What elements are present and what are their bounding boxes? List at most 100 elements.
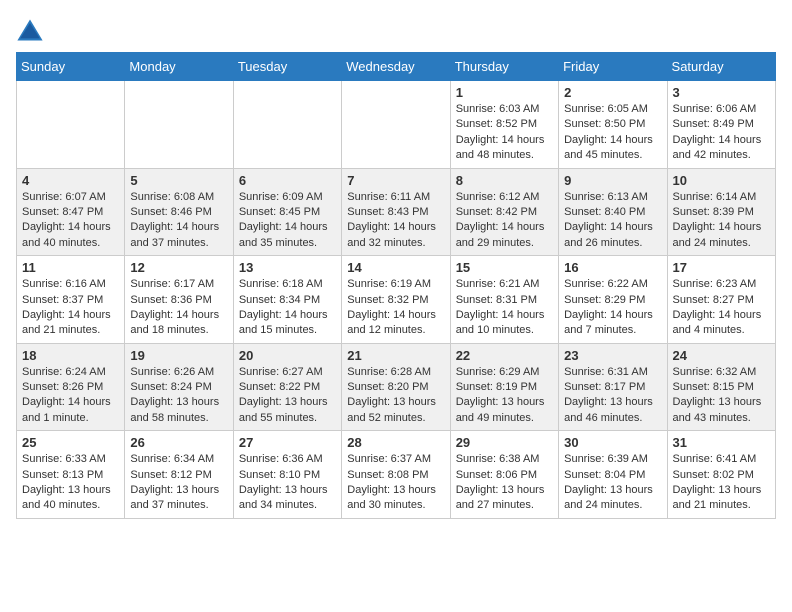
day-info: Sunrise: 6:41 AMSunset: 8:02 PMDaylight:… <box>673 452 770 514</box>
calendar-cell: 14 Sunrise: 6:19 AMSunset: 8:32 PMDayligh… <box>342 256 450 344</box>
day-number: 25 <box>22 435 119 450</box>
day-number: 24 <box>673 348 770 363</box>
calendar-cell: 24 Sunrise: 6:32 AMSunset: 8:15 PMDayligh… <box>667 343 775 431</box>
day-number: 14 <box>347 260 444 275</box>
day-number: 31 <box>673 435 770 450</box>
calendar-cell: 22 Sunrise: 6:29 AMSunset: 8:19 PMDayligh… <box>450 343 558 431</box>
day-info: Sunrise: 6:17 AMSunset: 8:36 PMDaylight:… <box>130 277 227 339</box>
logo <box>16 16 48 44</box>
day-number: 1 <box>456 85 553 100</box>
day-number: 17 <box>673 260 770 275</box>
day-info: Sunrise: 6:31 AMSunset: 8:17 PMDaylight:… <box>564 365 661 427</box>
day-header-wednesday: Wednesday <box>342 53 450 81</box>
calendar-body: 1 Sunrise: 6:03 AMSunset: 8:52 PMDaylight… <box>17 81 776 519</box>
week-row-2: 4 Sunrise: 6:07 AMSunset: 8:47 PMDaylight… <box>17 168 776 256</box>
days-of-week-row: SundayMondayTuesdayWednesdayThursdayFrid… <box>17 53 776 81</box>
day-number: 16 <box>564 260 661 275</box>
day-info: Sunrise: 6:22 AMSunset: 8:29 PMDaylight:… <box>564 277 661 339</box>
calendar-cell: 27Sunrise: 6:36 AMSunset: 8:10 PMDayligh… <box>233 431 341 519</box>
day-info: Sunrise: 6:23 AMSunset: 8:27 PMDaylight:… <box>673 277 770 339</box>
day-info: Sunrise: 6:09 AMSunset: 8:45 PMDaylight:… <box>239 190 336 252</box>
day-info: Sunrise: 6:21 AMSunset: 8:31 PMDaylight:… <box>456 277 553 339</box>
day-info: Sunrise: 6:24 AMSunset: 8:26 PMDaylight:… <box>22 365 119 427</box>
calendar-cell: 29 Sunrise: 6:38 AMSunset: 8:06 PMDayligh… <box>450 431 558 519</box>
calendar: SundayMondayTuesdayWednesdayThursdayFrid… <box>16 52 776 519</box>
day-number: 28 <box>347 435 444 450</box>
calendar-cell: 30 Sunrise: 6:39 AMSunset: 8:04 PMDayligh… <box>559 431 667 519</box>
day-info: Sunrise: 6:13 AMSunset: 8:40 PMDaylight:… <box>564 190 661 252</box>
calendar-cell: 4 Sunrise: 6:07 AMSunset: 8:47 PMDaylight… <box>17 168 125 256</box>
calendar-cell <box>233 81 341 169</box>
day-info: Sunrise: 6:26 AMSunset: 8:24 PMDaylight:… <box>130 365 227 427</box>
day-info: Sunrise: 6:19 AMSunset: 8:32 PMDaylight:… <box>347 277 444 339</box>
day-number: 22 <box>456 348 553 363</box>
day-number: 30 <box>564 435 661 450</box>
day-info: Sunrise: 6:29 AMSunset: 8:19 PMDaylight:… <box>456 365 553 427</box>
day-number: 21 <box>347 348 444 363</box>
day-number: 7 <box>347 173 444 188</box>
day-number: 5 <box>130 173 227 188</box>
day-info: Sunrise: 6:11 AMSunset: 8:43 PMDaylight:… <box>347 190 444 252</box>
calendar-cell: 31 Sunrise: 6:41 AMSunset: 8:02 PMDayligh… <box>667 431 775 519</box>
day-number: 13 <box>239 260 336 275</box>
day-number: 8 <box>456 173 553 188</box>
day-info: Sunrise: 6:39 AMSunset: 8:04 PMDaylight:… <box>564 452 661 514</box>
calendar-cell: 10Sunrise: 6:14 AMSunset: 8:39 PMDayligh… <box>667 168 775 256</box>
day-number: 29 <box>456 435 553 450</box>
day-number: 18 <box>22 348 119 363</box>
day-info: Sunrise: 6:33 AMSunset: 8:13 PMDaylight:… <box>22 452 119 514</box>
calendar-cell: 9 Sunrise: 6:13 AMSunset: 8:40 PMDaylight… <box>559 168 667 256</box>
calendar-cell <box>342 81 450 169</box>
calendar-header: SundayMondayTuesdayWednesdayThursdayFrid… <box>17 53 776 81</box>
calendar-cell: 23 Sunrise: 6:31 AMSunset: 8:17 PMDayligh… <box>559 343 667 431</box>
calendar-cell: 16 Sunrise: 6:22 AMSunset: 8:29 PMDayligh… <box>559 256 667 344</box>
day-info: Sunrise: 6:32 AMSunset: 8:15 PMDaylight:… <box>673 365 770 427</box>
week-row-3: 11 Sunrise: 6:16 AMSunset: 8:37 PMDayligh… <box>17 256 776 344</box>
day-info: Sunrise: 6:16 AMSunset: 8:37 PMDaylight:… <box>22 277 119 339</box>
day-number: 23 <box>564 348 661 363</box>
calendar-cell: 6 Sunrise: 6:09 AMSunset: 8:45 PMDaylight… <box>233 168 341 256</box>
week-row-1: 1 Sunrise: 6:03 AMSunset: 8:52 PMDaylight… <box>17 81 776 169</box>
calendar-cell: 1 Sunrise: 6:03 AMSunset: 8:52 PMDaylight… <box>450 81 558 169</box>
calendar-cell: 12Sunrise: 6:17 AMSunset: 8:36 PMDayligh… <box>125 256 233 344</box>
day-number: 15 <box>456 260 553 275</box>
calendar-cell: 7 Sunrise: 6:11 AMSunset: 8:43 PMDaylight… <box>342 168 450 256</box>
day-number: 4 <box>22 173 119 188</box>
week-row-4: 18 Sunrise: 6:24 AMSunset: 8:26 PMDayligh… <box>17 343 776 431</box>
calendar-cell: 20Sunrise: 6:27 AMSunset: 8:22 PMDayligh… <box>233 343 341 431</box>
day-header-sunday: Sunday <box>17 53 125 81</box>
day-header-monday: Monday <box>125 53 233 81</box>
day-info: Sunrise: 6:18 AMSunset: 8:34 PMDaylight:… <box>239 277 336 339</box>
day-number: 19 <box>130 348 227 363</box>
day-number: 26 <box>130 435 227 450</box>
calendar-cell: 18 Sunrise: 6:24 AMSunset: 8:26 PMDayligh… <box>17 343 125 431</box>
day-info: Sunrise: 6:34 AMSunset: 8:12 PMDaylight:… <box>130 452 227 514</box>
calendar-cell: 17 Sunrise: 6:23 AMSunset: 8:27 PMDayligh… <box>667 256 775 344</box>
day-header-thursday: Thursday <box>450 53 558 81</box>
day-info: Sunrise: 6:27 AMSunset: 8:22 PMDaylight:… <box>239 365 336 427</box>
calendar-cell <box>125 81 233 169</box>
calendar-cell: 15 Sunrise: 6:21 AMSunset: 8:31 PMDayligh… <box>450 256 558 344</box>
calendar-cell: 5Sunrise: 6:08 AMSunset: 8:46 PMDaylight… <box>125 168 233 256</box>
header <box>16 16 776 44</box>
day-number: 27 <box>239 435 336 450</box>
day-number: 11 <box>22 260 119 275</box>
day-number: 6 <box>239 173 336 188</box>
calendar-cell: 11 Sunrise: 6:16 AMSunset: 8:37 PMDayligh… <box>17 256 125 344</box>
day-number: 2 <box>564 85 661 100</box>
day-header-friday: Friday <box>559 53 667 81</box>
day-number: 10 <box>673 173 770 188</box>
calendar-cell: 26 Sunrise: 6:34 AMSunset: 8:12 PMDayligh… <box>125 431 233 519</box>
calendar-cell: 8 Sunrise: 6:12 AMSunset: 8:42 PMDaylight… <box>450 168 558 256</box>
day-info: Sunrise: 6:03 AMSunset: 8:52 PMDaylight:… <box>456 102 553 164</box>
day-number: 3 <box>673 85 770 100</box>
calendar-cell: 2 Sunrise: 6:05 AMSunset: 8:50 PMDaylight… <box>559 81 667 169</box>
day-info: Sunrise: 6:12 AMSunset: 8:42 PMDaylight:… <box>456 190 553 252</box>
calendar-cell: 13 Sunrise: 6:18 AMSunset: 8:34 PMDayligh… <box>233 256 341 344</box>
day-info: Sunrise: 6:05 AMSunset: 8:50 PMDaylight:… <box>564 102 661 164</box>
day-number: 9 <box>564 173 661 188</box>
calendar-cell: 25 Sunrise: 6:33 AMSunset: 8:13 PMDayligh… <box>17 431 125 519</box>
day-info: Sunrise: 6:38 AMSunset: 8:06 PMDaylight:… <box>456 452 553 514</box>
day-header-tuesday: Tuesday <box>233 53 341 81</box>
day-info: Sunrise: 6:07 AMSunset: 8:47 PMDaylight:… <box>22 190 119 252</box>
